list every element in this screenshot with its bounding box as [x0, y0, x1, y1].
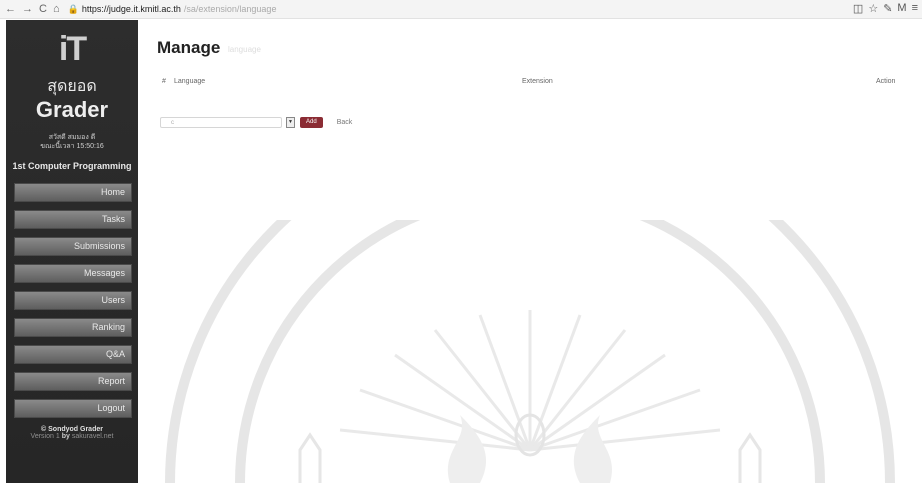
browser-toolbar: ← → C ⌂ 🔒 https://judge.it.kmitl.ac.th /…: [0, 0, 922, 19]
footer-version-text: Version 1: [30, 433, 60, 440]
footer-author-link[interactable]: sakuravel.net: [72, 433, 114, 440]
sidebar-item-submissions[interactable]: Submissions: [14, 237, 132, 256]
url-domain: https://judge.it.kmitl.ac.th: [81, 4, 181, 14]
table-header-action: Action: [876, 78, 896, 85]
table-header-number: #: [162, 78, 166, 85]
add-button[interactable]: Add: [300, 117, 323, 128]
course-title: 1st Computer Programming: [12, 161, 132, 171]
url-path: /sa/extension/language: [183, 4, 277, 14]
pen-icon[interactable]: ✎: [883, 2, 892, 15]
add-extension-row: c ▼ Add Back: [160, 117, 352, 128]
home-icon[interactable]: ⌂: [53, 3, 60, 15]
sidebar-item-qa[interactable]: Q&A: [14, 345, 132, 364]
back-icon[interactable]: ←: [5, 3, 16, 15]
table-header-extension: Extension: [522, 78, 553, 85]
sidebar-item-logout[interactable]: Logout: [14, 399, 132, 418]
browser-nav: ← → C ⌂: [5, 3, 60, 15]
clock-text: ขณะนี้เวลา 15:50:16: [40, 143, 104, 150]
greeting-text: สวัสดี สมมอง ดี: [48, 134, 96, 141]
logo-mark: iT: [58, 29, 87, 68]
sidebar-item-users[interactable]: Users: [14, 291, 132, 310]
brand-thai: สุดยอด: [47, 78, 97, 95]
sidebar: iT สุดยอด Grader สวัสดี สมมอง ดี ขณะนี้เ…: [6, 20, 138, 483]
table-header-language: Language: [174, 78, 206, 85]
back-link[interactable]: Back: [337, 119, 353, 126]
extension-icon[interactable]: ◫: [853, 2, 863, 15]
mail-icon[interactable]: M: [897, 2, 906, 15]
lock-icon: 🔒: [67, 3, 79, 14]
forward-icon[interactable]: →: [22, 3, 33, 15]
sidebar-item-messages[interactable]: Messages: [14, 264, 132, 283]
footer-version: Version 1 by sakuravel.net: [6, 433, 138, 440]
menu-icon[interactable]: ≡: [912, 2, 918, 15]
sidebar-item-tasks[interactable]: Tasks: [14, 210, 132, 229]
page-title: Manage: [157, 38, 221, 57]
bookmark-star-icon[interactable]: ☆: [868, 2, 878, 15]
browser-extensions: ◫ ☆ ✎ M ≡: [853, 2, 918, 15]
sidebar-item-report[interactable]: Report: [14, 372, 132, 391]
extension-input[interactable]: c: [160, 117, 282, 128]
brand-name: Grader: [35, 97, 109, 122]
sidebar-item-ranking[interactable]: Ranking: [14, 318, 132, 337]
footer-by: by: [61, 433, 70, 440]
page-subtitle: language: [228, 45, 261, 54]
footer-copyright: © Sondyod Grader: [41, 426, 103, 433]
university-seal-watermark: [165, 220, 895, 483]
reload-icon[interactable]: C: [39, 3, 47, 15]
sidebar-item-home[interactable]: Home: [14, 183, 132, 202]
logo: iT: [6, 26, 138, 72]
sidebar-menu: Home Tasks Submissions Messages Users Ra…: [6, 183, 138, 418]
dropdown-arrow-icon[interactable]: ▼: [286, 117, 295, 128]
address-bar[interactable]: 🔒 https://judge.it.kmitl.ac.th /sa/exten…: [68, 4, 277, 15]
